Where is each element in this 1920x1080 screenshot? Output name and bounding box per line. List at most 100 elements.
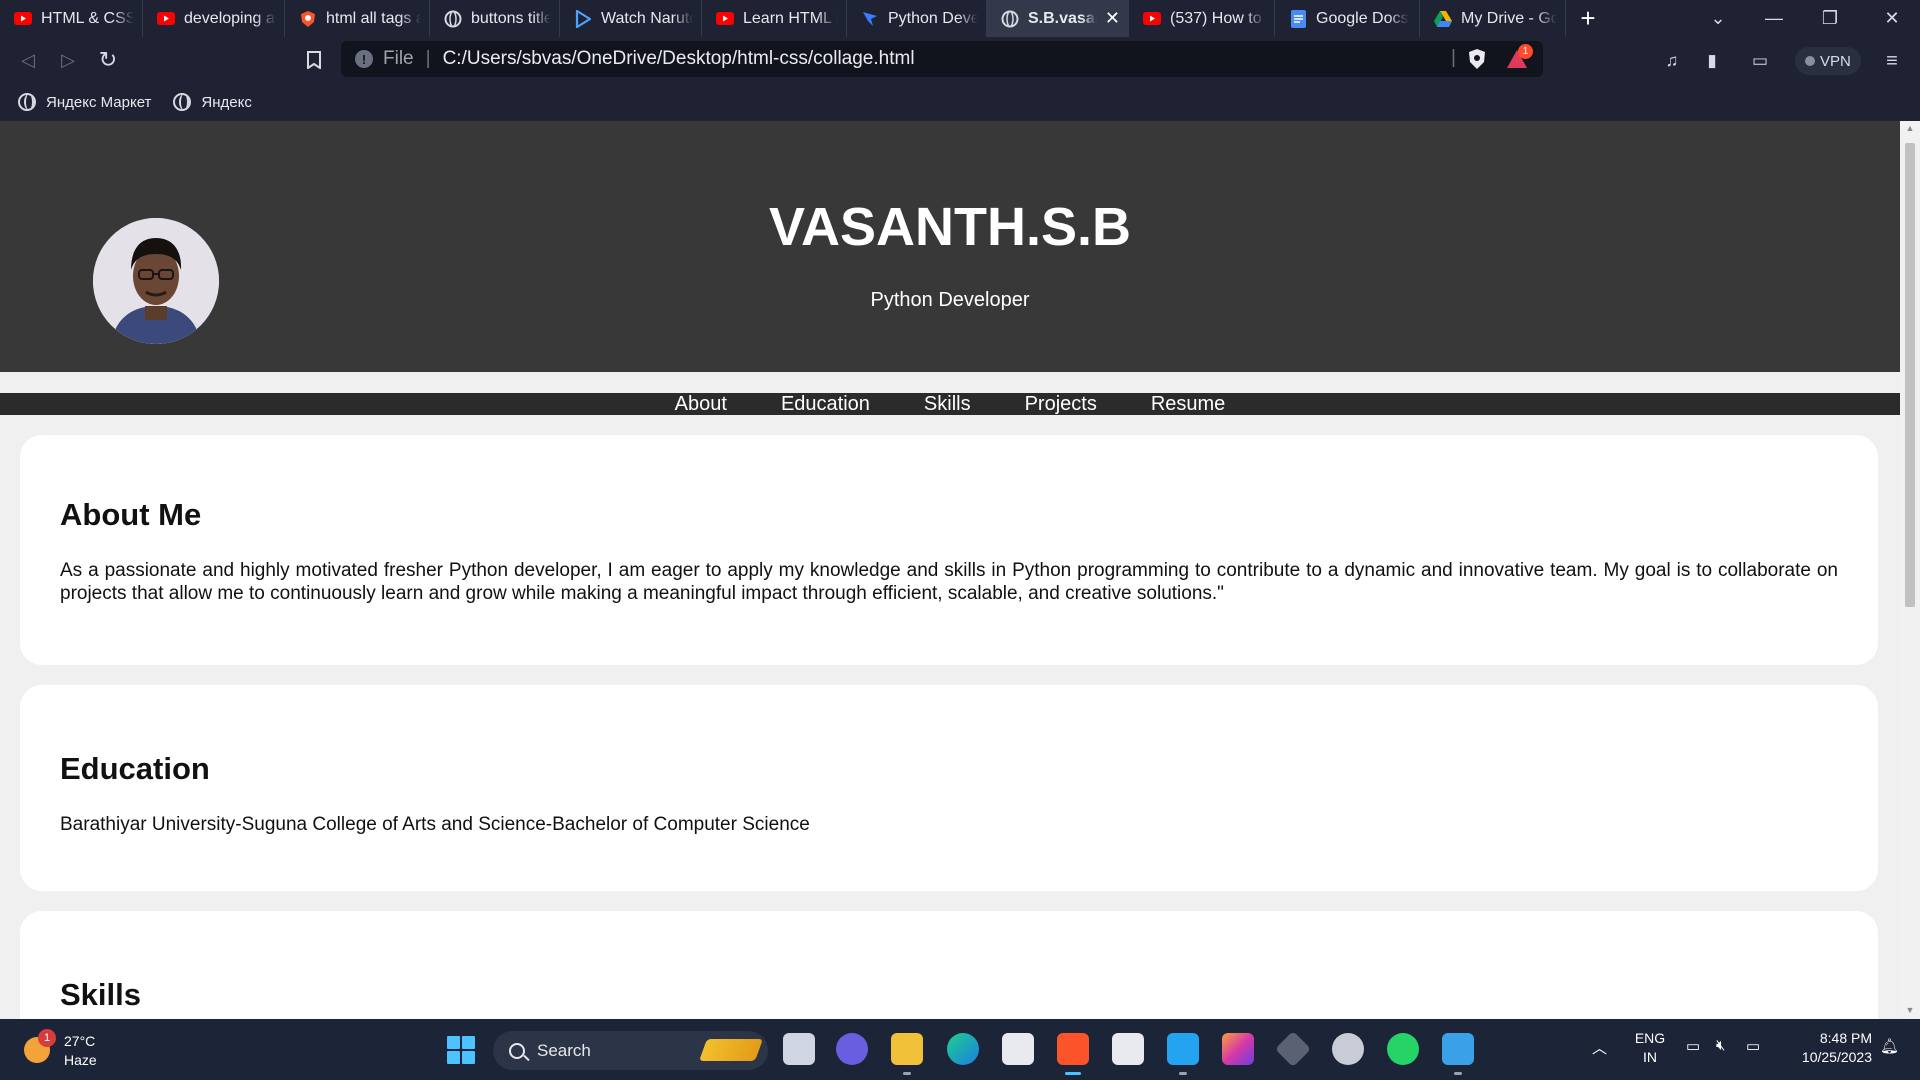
nav-link-education[interactable]: Education <box>781 393 870 416</box>
browser-tab[interactable]: buttons title <box>430 0 560 37</box>
clock-time: 8:48 PM <box>1819 1030 1872 1046</box>
play-icon <box>574 9 592 28</box>
nav-link-projects[interactable]: Projects <box>1025 393 1097 416</box>
education-heading: Education <box>60 751 210 786</box>
scroll-up-arrow-icon[interactable]: ▲ <box>1905 123 1915 133</box>
whatsapp-icon[interactable] <box>1387 1033 1419 1065</box>
edge-icon[interactable] <box>947 1033 979 1065</box>
tab-label: S.B.vasant <box>1028 9 1097 27</box>
browser-tab[interactable]: Learn HTML in <box>702 0 847 37</box>
scrollbar-thumb[interactable] <box>1905 143 1915 607</box>
url-separator: | <box>425 48 431 69</box>
language-indicator[interactable]: ENG IN <box>1630 1029 1670 1067</box>
task-view-icon[interactable] <box>783 1033 815 1065</box>
windows-logo-icon <box>447 1036 460 1049</box>
clock[interactable]: 8:48 PM 10/25/2023 <box>1782 1029 1872 1067</box>
browser-tab[interactable]: Google Docs <box>1275 0 1420 37</box>
about-heading: About Me <box>60 497 202 532</box>
rewards-badge: 1 <box>1518 44 1533 59</box>
windows-logo-icon-part <box>462 1036 475 1049</box>
close-tab-icon[interactable]: ✕ <box>1105 8 1120 29</box>
network-icon[interactable]: ▭ <box>1686 1037 1700 1055</box>
vpn-button[interactable]: VPN <box>1795 47 1861 75</box>
notepad-icon[interactable] <box>1442 1033 1474 1075</box>
browser-tab[interactable]: html all tags ar <box>285 0 430 37</box>
media-icon[interactable]: ♫ <box>1658 47 1686 75</box>
weather-condition: Haze <box>64 1052 97 1068</box>
site-subtitle: Python Developer <box>870 289 1030 311</box>
windows-taskbar: 1 27°C Haze Search ︿ ENG IN ▭ 🔇︎ ▭ 8:48 … <box>0 1019 1920 1080</box>
language-line2: IN <box>1643 1049 1657 1065</box>
page-viewport: VASANTH.S.B Python Developer About Educa… <box>0 121 1900 1019</box>
browser-tab[interactable]: My Drive - Goo <box>1420 0 1566 37</box>
forward-button[interactable]: ▷ <box>54 46 82 74</box>
new-tab-button[interactable]: + <box>1566 0 1610 37</box>
skills-section: Skills <box>20 911 1878 1019</box>
globe-icon <box>173 93 192 111</box>
wallet-icon[interactable]: ▭ <box>1746 47 1774 75</box>
youtube-icon <box>157 10 175 28</box>
menu-icon[interactable]: ≡ <box>1878 47 1906 75</box>
tray-overflow-chevron-icon[interactable]: ︿ <box>1592 1037 1607 1058</box>
vscode-icon[interactable] <box>1167 1033 1199 1075</box>
site-header: VASANTH.S.B Python Developer <box>0 121 1900 372</box>
disk-app-icon[interactable] <box>1332 1033 1364 1065</box>
brave-shields-icon[interactable] <box>1466 48 1488 70</box>
bookmark-label: Яндекс Маркет <box>46 93 152 111</box>
url-divider: | <box>1451 47 1456 68</box>
browser-tab[interactable]: Python Develo <box>847 0 987 37</box>
weather-widget[interactable]: 1 27°C Haze <box>20 1029 130 1071</box>
instagram-icon[interactable] <box>1222 1033 1254 1065</box>
page-scrollbar[interactable]: ▲ ▼ <box>1900 121 1920 1019</box>
globe-icon <box>18 93 36 111</box>
minimize-button[interactable]: — <box>1746 0 1802 37</box>
scroll-down-arrow-icon[interactable]: ▼ <box>1905 1005 1915 1015</box>
weather-temp: 27°C <box>64 1033 96 1049</box>
sidebar-toggle-icon[interactable]: ▮ <box>1698 47 1726 75</box>
url-scheme: File <box>383 48 414 69</box>
taskbar-search-label: Search <box>537 1040 591 1060</box>
globe-icon <box>1001 10 1019 28</box>
site-title: VASANTH.S.B <box>768 197 1132 257</box>
teams-chat-icon[interactable] <box>836 1033 868 1065</box>
reload-button[interactable]: ↻ <box>94 46 122 74</box>
browser-tab[interactable]: S.B.vasant ✕ <box>987 0 1129 37</box>
address-bar[interactable]: ! File | C:/Users/sbvas/OneDrive/Desktop… <box>341 41 1543 77</box>
taskbar-search[interactable]: Search <box>493 1031 768 1070</box>
browser-tab[interactable]: HTML & CSS F <box>0 0 143 37</box>
file-explorer-icon[interactable] <box>891 1033 923 1075</box>
back-button[interactable]: ◁ <box>14 46 42 74</box>
close-window-button[interactable]: ✕ <box>1864 0 1920 37</box>
youtube-icon <box>1143 10 1161 28</box>
python-file-icon[interactable] <box>1112 1033 1144 1065</box>
about-section: About Me As a passionate and highly moti… <box>20 435 1878 665</box>
browser-tab[interactable]: developing a c <box>143 0 285 37</box>
bookmarks-bar: Яндекс Маркет Яндекс <box>0 83 1920 121</box>
bookmark-yandex[interactable]: Яндекс <box>173 93 252 111</box>
start-button[interactable] <box>447 1036 475 1064</box>
battery-icon[interactable]: ▭ <box>1746 1037 1760 1055</box>
globe-icon <box>444 10 462 28</box>
notification-bell-icon[interactable]: 🔔︎ <box>1880 1037 1899 1055</box>
tab-label: Learn HTML in <box>743 9 838 27</box>
nav-link-about[interactable]: About <box>675 393 727 416</box>
brave-rewards-icon[interactable]: 1 <box>1506 44 1533 70</box>
browser-tab[interactable]: (537) How to c <box>1129 0 1275 37</box>
browser-tab-strip: HTML & CSS F developing a c html all tags … <box>0 0 1920 37</box>
restore-button[interactable]: ❐ <box>1802 0 1858 37</box>
bookmark-yandex-market[interactable]: Яндекс Маркет <box>18 93 151 111</box>
browser-tab[interactable]: Watch Naruto: <box>560 0 702 37</box>
volume-muted-icon[interactable]: 🔇︎ <box>1716 1037 1725 1054</box>
nav-link-skills[interactable]: Skills <box>924 393 971 416</box>
bookmark-button[interactable] <box>300 46 328 74</box>
tab-label: HTML & CSS F <box>41 9 134 27</box>
site-info-icon[interactable]: ! <box>355 50 373 68</box>
language-line1: ENG <box>1634 1030 1666 1046</box>
microsoft-store-icon[interactable] <box>1002 1033 1034 1065</box>
windows-logo-icon-part <box>462 1051 475 1064</box>
brave-browser-icon[interactable] <box>1057 1033 1089 1075</box>
about-text: As a passionate and highly motivated fre… <box>60 560 1838 604</box>
nav-link-resume[interactable]: Resume <box>1151 393 1225 416</box>
app-icon[interactable] <box>1274 1030 1312 1068</box>
tab-search-chevron-icon[interactable]: ⌄ <box>1690 0 1746 37</box>
